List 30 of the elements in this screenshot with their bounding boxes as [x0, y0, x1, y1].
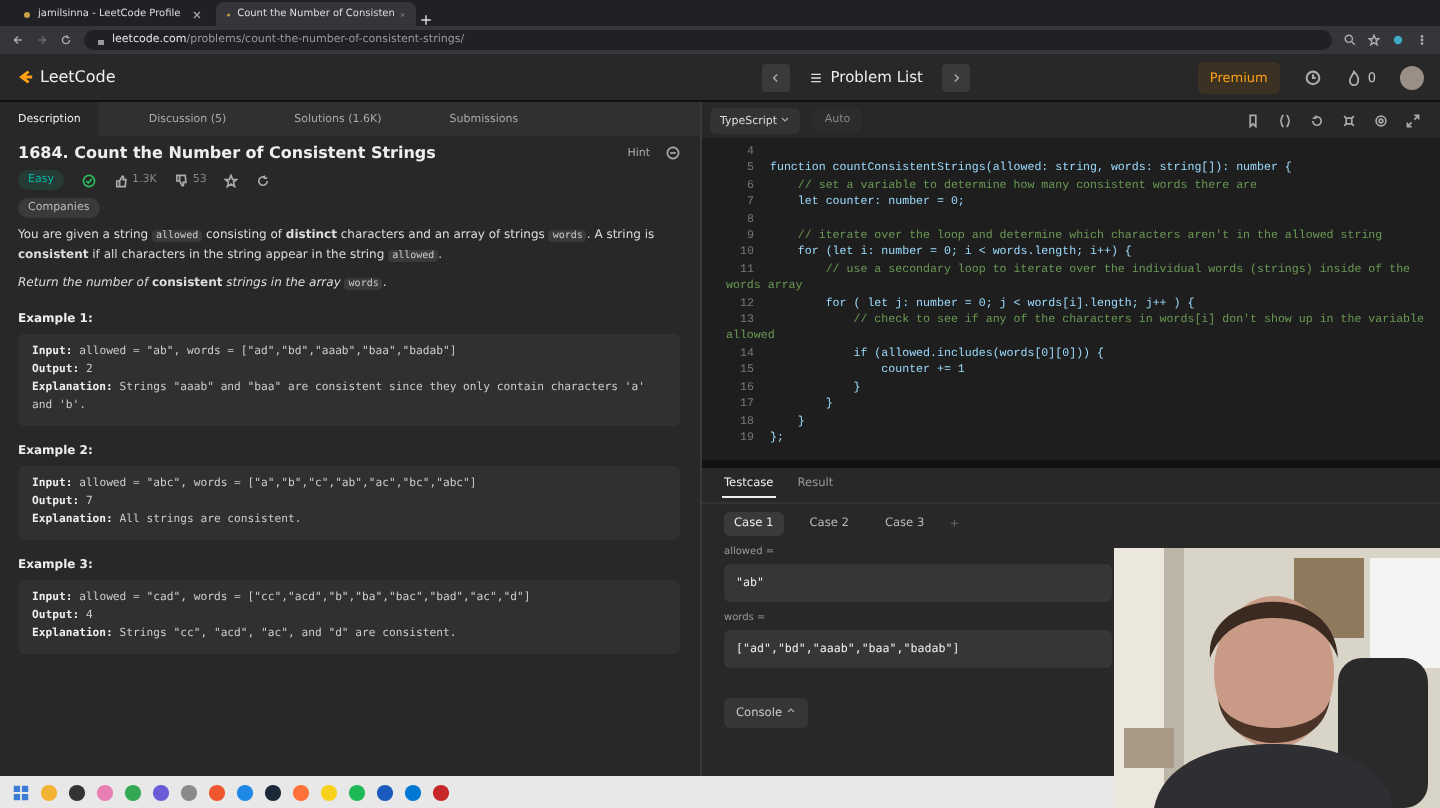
chevron-right-icon: [950, 71, 963, 83]
start-icon[interactable]: [12, 783, 30, 801]
page-icon[interactable]: [22, 9, 32, 19]
new-tab-icon[interactable]: [420, 14, 432, 26]
chevron-up-icon: [785, 706, 796, 716]
avatar[interactable]: [1400, 65, 1424, 89]
settings-icon[interactable]: [1374, 113, 1388, 127]
back-icon[interactable]: [12, 34, 24, 46]
logo-icon: [16, 68, 34, 86]
logo-text: LeetCode: [40, 68, 116, 86]
expand-icon[interactable]: [1406, 113, 1420, 127]
thumbs-up-icon: [113, 173, 128, 187]
list-icon: [810, 71, 823, 83]
bookmark-icon[interactable]: [1246, 113, 1260, 127]
thumbs-down-icon: [174, 173, 189, 187]
problem-title: 1684. Count the Number of Consistent Strings: [18, 144, 436, 162]
close-icon[interactable]: [192, 9, 202, 19]
chevron-left-icon: [770, 71, 783, 83]
braces-icon[interactable]: [1278, 113, 1292, 127]
reload-icon[interactable]: [60, 34, 72, 46]
lock-icon: [96, 35, 106, 45]
star-icon[interactable]: [1368, 34, 1380, 46]
more-icon[interactable]: [1416, 34, 1428, 46]
chevron-down-icon: [780, 113, 791, 123]
search-icon[interactable]: [1344, 34, 1356, 46]
extension-icon[interactable]: [1392, 34, 1404, 46]
star-icon[interactable]: [224, 173, 239, 187]
alarm-clock-icon[interactable]: [1303, 68, 1322, 86]
more-icon[interactable]: [666, 146, 680, 160]
reset-icon[interactable]: [1310, 113, 1324, 127]
